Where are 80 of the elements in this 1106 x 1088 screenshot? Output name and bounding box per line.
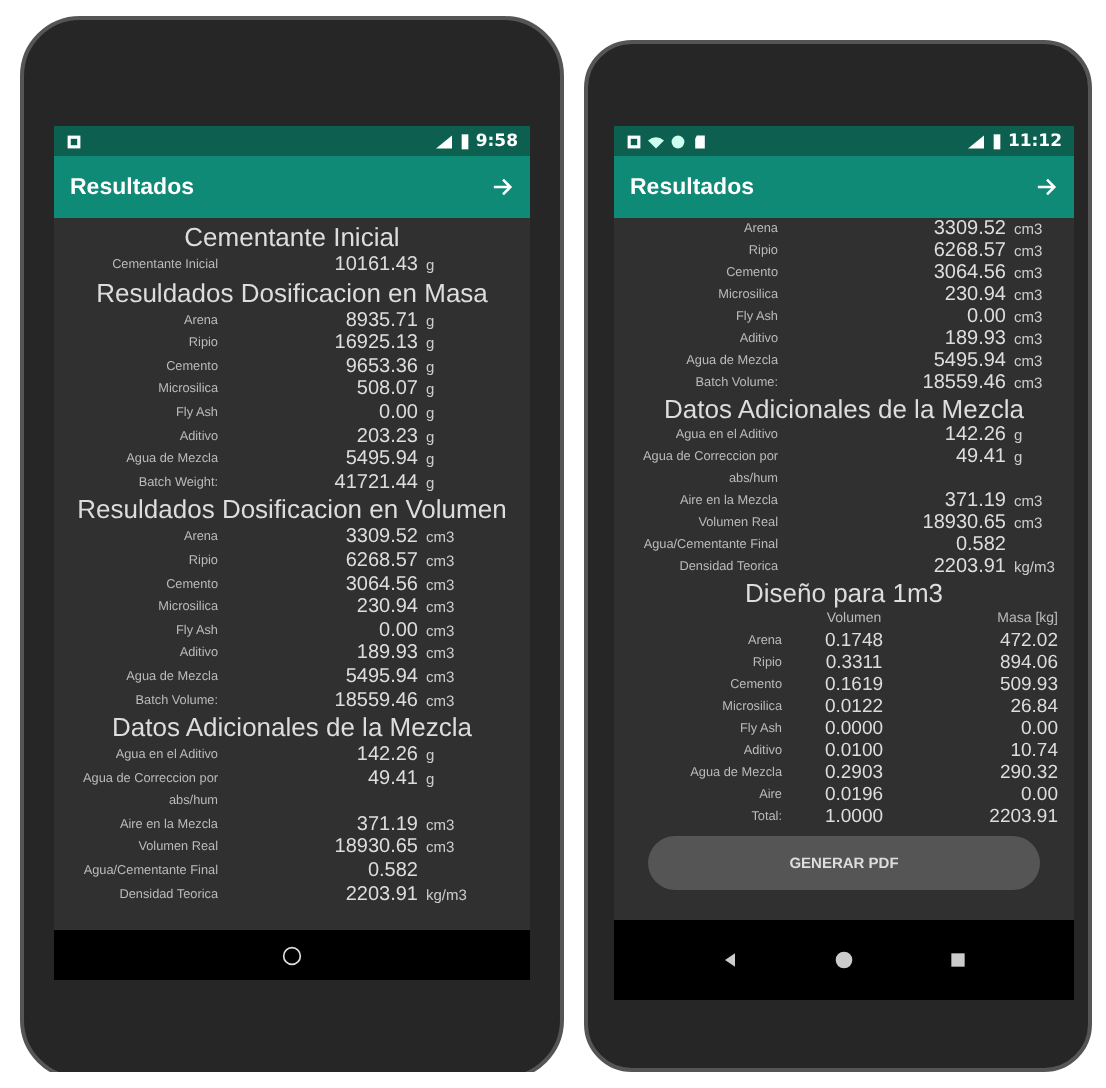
table-cell-text: 0.0000 — [822, 718, 886, 740]
arrow-right-icon[interactable] — [492, 176, 514, 198]
row-value: 2203.91 — [931, 556, 1006, 578]
section-heading: Datos Adicionales de la Mezcla — [662, 394, 1026, 424]
row-value: 6268.57 — [931, 240, 1006, 262]
row-value: 9653.36 — [343, 355, 418, 379]
row-value: 16925.13 — [332, 332, 418, 356]
back-icon[interactable] — [720, 950, 741, 970]
app-bar-title: Resultados — [70, 175, 194, 199]
signal-icon — [433, 133, 454, 149]
row-value: 142.26 — [354, 744, 418, 768]
table-cell-text: 509.93 — [997, 674, 1058, 696]
row-value: 2203.91 — [343, 883, 418, 907]
table-cell-text: 0.00 — [1019, 784, 1058, 806]
arrow-right-icon[interactable] — [1036, 176, 1058, 198]
row-value: 0.582 — [953, 534, 1006, 556]
table-cell-text: 0.2903 — [822, 762, 886, 784]
sd-card-icon — [692, 133, 708, 149]
table-cell-text: 290.32 — [997, 762, 1058, 784]
row-value: 8935.71 — [343, 309, 418, 333]
row-value: 0.582 — [365, 860, 418, 884]
row-value: 189.93 — [942, 328, 1006, 350]
image-icon — [66, 133, 82, 149]
circle-icon — [670, 133, 686, 149]
row-value: 371.19 — [354, 813, 418, 837]
signal-icon — [965, 133, 986, 149]
wifi-icon — [648, 133, 664, 149]
row-value: 41721.44 — [332, 471, 418, 495]
row-value: 18559.46 — [332, 689, 418, 713]
battery-icon — [991, 132, 1002, 150]
status-time: 9:58 — [475, 131, 518, 151]
battery-icon — [459, 132, 470, 150]
section-heading: Datos Adicionales de la Mezcla — [110, 712, 474, 745]
table-cell-text: 1.0000 — [822, 806, 886, 828]
table-cell-text: 894.06 — [997, 652, 1058, 674]
row-value: 6268.57 — [343, 549, 418, 574]
row-value: 49.41 — [365, 767, 418, 791]
table-cell-text: 0.0100 — [822, 740, 886, 762]
table-cell-text: 0.1619 — [822, 674, 886, 696]
image-icon — [626, 133, 642, 149]
section-heading: Resuldados Dosificacion en Volumen — [75, 494, 509, 527]
table-cell-text: 10.74 — [1008, 740, 1058, 762]
row-value: 189.93 — [354, 642, 418, 666]
section-heading: Diseño para 1m3 — [743, 578, 945, 608]
row-value: 0.00 — [965, 306, 1006, 328]
row-value: 3309.52 — [931, 218, 1006, 240]
row-value: 5495.94 — [343, 665, 418, 689]
table-cell-text: 0.1748 — [822, 630, 886, 652]
row-value: 3309.52 — [343, 526, 418, 550]
row-value: 18930.65 — [920, 512, 1006, 534]
row-value: 508.07 — [354, 378, 418, 402]
row-value: 203.23 — [354, 425, 418, 449]
home-icon[interactable] — [282, 945, 302, 965]
row-value: 371.19 — [942, 490, 1006, 512]
row-value: 142.26 — [942, 424, 1006, 446]
row-value: 230.94 — [942, 284, 1006, 306]
table-cell-text: 26.84 — [1008, 696, 1058, 718]
row-value: 18559.46 — [920, 372, 1006, 394]
table-cell-text: 0.00 — [1019, 718, 1058, 740]
table-cell-text: 0.3311 — [823, 652, 885, 674]
row-value: 49.41 — [953, 446, 1006, 468]
row-value: 5495.94 — [931, 350, 1006, 372]
row-value: 0.00 — [377, 401, 418, 426]
row-value: 230.94 — [354, 596, 418, 620]
home-icon[interactable] — [833, 950, 854, 970]
row-value: 10161.43 — [332, 254, 418, 278]
row-value: 3064.56 — [343, 573, 418, 597]
row-value: 5495.94 — [343, 448, 418, 472]
section-heading: Cementante Inicial — [182, 222, 402, 254]
recents-icon[interactable] — [947, 950, 968, 970]
row-value: 3064.56 — [931, 262, 1006, 284]
status-time: 11:12 — [1007, 131, 1062, 151]
table-cell-text: 472.02 — [997, 630, 1058, 652]
table-cell-text: 0.0122 — [822, 696, 886, 718]
row-value: 18930.65 — [332, 836, 418, 861]
table-cell-text: 0.0196 — [822, 784, 886, 806]
row-value: 0.00 — [377, 619, 418, 643]
app-bar-title: Resultados — [630, 175, 754, 199]
section-heading: Resuldados Dosificacion en Masa — [94, 277, 490, 310]
table-cell-text: 2203.91 — [987, 806, 1058, 828]
